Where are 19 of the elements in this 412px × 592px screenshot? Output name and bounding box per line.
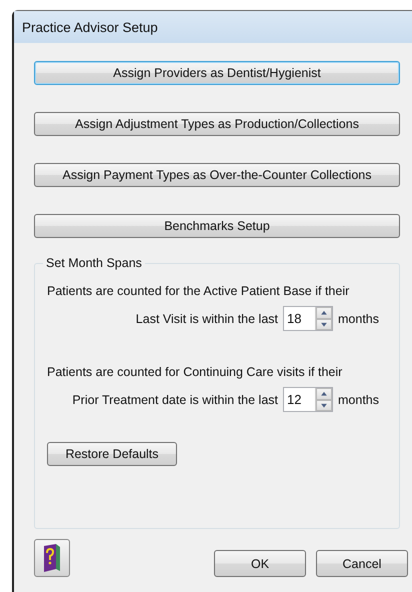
ok-button[interactable]: OK xyxy=(214,550,306,577)
restore-defaults-button[interactable]: Restore Defaults xyxy=(47,442,177,466)
cancel-button[interactable]: Cancel xyxy=(316,550,408,577)
unit-label: months xyxy=(338,312,379,326)
group-title: Set Month Spans xyxy=(43,256,145,270)
month-spinner[interactable]: 18 xyxy=(283,306,333,331)
window-title: Practice Advisor Setup xyxy=(14,11,412,43)
setup-button[interactable]: Assign Adjustment Types as Production/Collections xyxy=(34,112,400,136)
spin-label: Prior Treatment date is within the last xyxy=(72,392,278,406)
month-spinner[interactable]: 12 xyxy=(283,387,333,412)
help-book-icon xyxy=(41,543,63,573)
setup-button[interactable]: Assign Payment Types as Over-the-Counter Collections xyxy=(34,163,400,187)
setup-button[interactable]: Assign Providers as Dentist/Hygienist xyxy=(34,61,400,85)
rule-description: Patients are counted for Continuing Care visits if their xyxy=(47,365,344,379)
unit-label: months xyxy=(338,392,379,406)
spin-label: Last Visit is within the last xyxy=(136,312,278,326)
rule-description: Patients are counted for the Active Patient Base if their xyxy=(47,284,350,298)
setup-button[interactable]: Benchmarks Setup xyxy=(34,214,400,238)
help-button[interactable] xyxy=(34,539,70,577)
